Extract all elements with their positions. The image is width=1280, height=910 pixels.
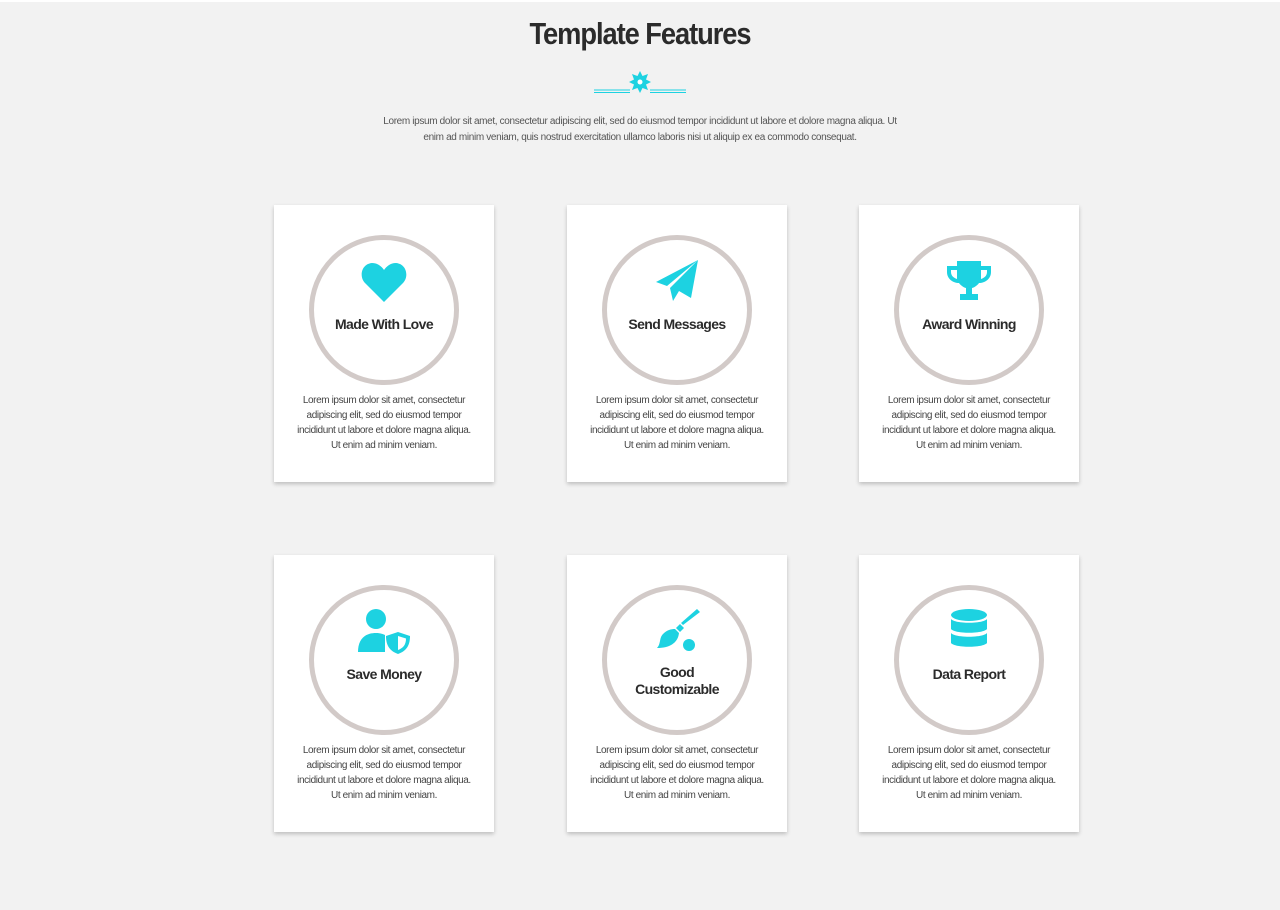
feature-description: Lorem ipsum dolor sit amet, consectetur … <box>590 745 764 801</box>
feature-title: Good Customizable <box>617 664 737 698</box>
heart-icon <box>361 263 407 302</box>
feature-description: Lorem ipsum dolor sit amet, consectetur … <box>297 745 471 801</box>
feature-description: Lorem ipsum dolor sit amet, consectetur … <box>882 395 1056 451</box>
feature-title: Save Money <box>346 666 423 682</box>
feature-circle: Good Customizable <box>602 585 752 735</box>
database-icon <box>951 609 987 647</box>
feature-title: Made With Love <box>334 316 434 332</box>
feature-title-line-1: Good <box>659 664 695 680</box>
feature-card-award-winning: Award Winning Lorem ipsum dolor sit amet… <box>859 205 1079 482</box>
feature-circle: Made With Love <box>309 235 459 385</box>
feature-title: Data Report <box>932 666 1006 682</box>
page-title: Template Features <box>529 16 751 51</box>
feature-title: Award Winning <box>922 316 1016 332</box>
paint-brush-icon <box>657 609 700 651</box>
feature-circle: Save Money <box>309 585 459 735</box>
feature-title: Send Messages <box>628 316 726 332</box>
feature-circle: Send Messages <box>602 235 752 385</box>
feature-card-data-report: Data Report Lorem ipsum dolor sit amet, … <box>859 555 1079 832</box>
star-divider-icon <box>594 71 686 93</box>
feature-card-send-messages: Send Messages Lorem ipsum dolor sit amet… <box>567 205 787 482</box>
feature-circle: Award Winning <box>894 235 1044 385</box>
feature-card-good-customizable: Good Customizable Lorem ipsum dolor sit a… <box>567 555 787 832</box>
intro-text: Lorem ipsum dolor sit amet, consectetur … <box>383 116 897 143</box>
feature-card-save-money: Save Money Lorem ipsum dolor sit amet, c… <box>274 555 494 832</box>
feature-description: Lorem ipsum dolor sit amet, consectetur … <box>297 395 471 451</box>
user-shield-icon <box>358 609 410 654</box>
feature-circle: Data Report <box>894 585 1044 735</box>
feature-description: Lorem ipsum dolor sit amet, consectetur … <box>590 395 764 451</box>
trophy-icon <box>947 261 991 300</box>
feature-description: Lorem ipsum dolor sit amet, consectetur … <box>882 745 1056 801</box>
paper-plane-icon <box>656 260 698 301</box>
feature-card-made-with-love: Made With Love Lorem ipsum dolor sit ame… <box>274 205 494 482</box>
feature-title-line-2: Customizable <box>635 681 719 697</box>
